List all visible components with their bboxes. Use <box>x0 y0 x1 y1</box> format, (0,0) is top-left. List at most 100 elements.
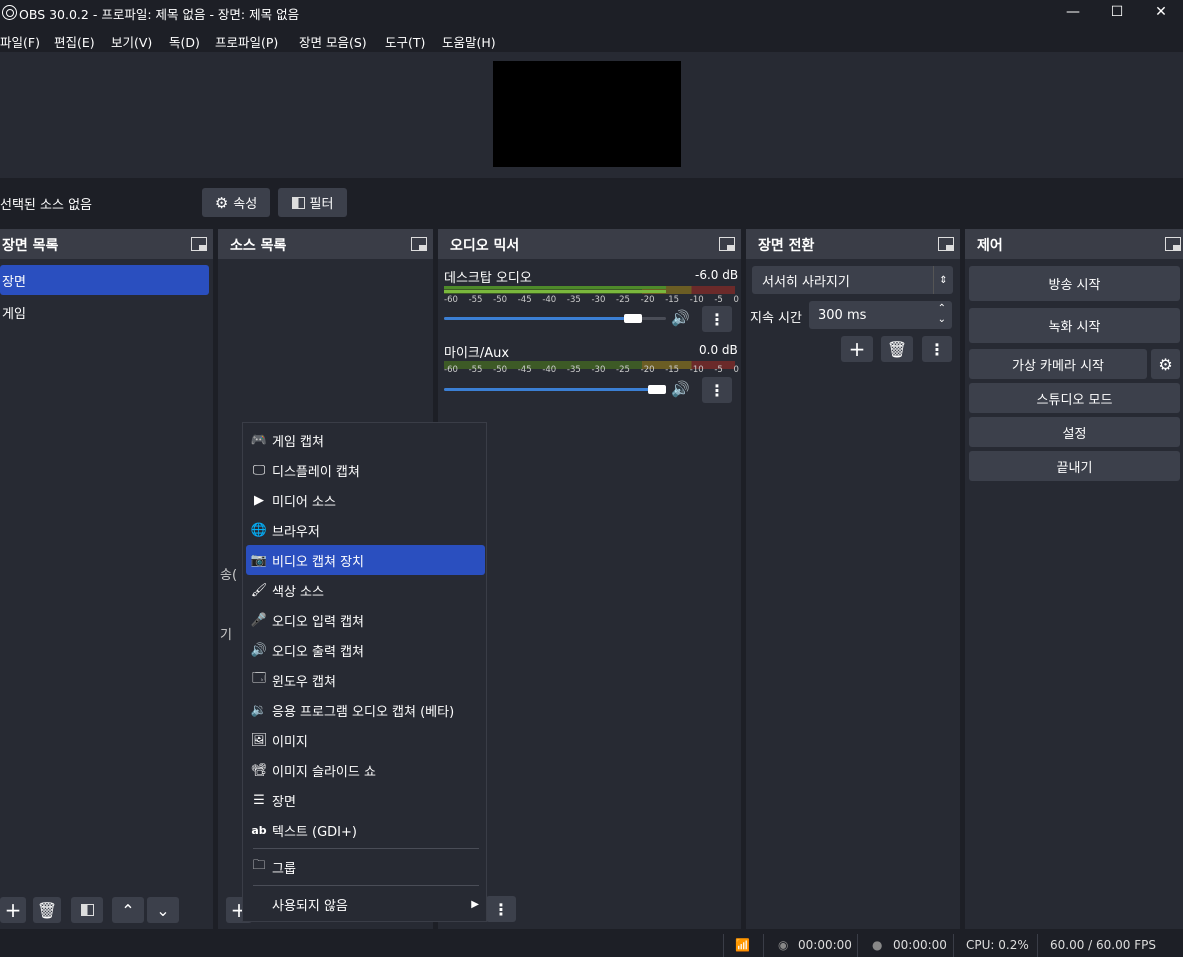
menu-item-audio-input-capture[interactable]: 🎤 오디오 입력 캡쳐 <box>246 605 485 635</box>
menu-item-group[interactable]: 🗀 그룹 <box>246 852 485 882</box>
more-vertical-icon: ⋮ <box>493 899 509 919</box>
window-title: OBS 30.0.2 - 프로파일: 제목 없음 - 장면: 제목 없음 <box>19 7 300 22</box>
filter-icon <box>80 904 94 916</box>
add-scene-button[interactable]: + <box>0 897 26 923</box>
transitions-dock: 장면 전환 <box>746 229 960 929</box>
menu-item-app-audio-capture[interactable]: 🔉 응용 프로그램 오디오 캡쳐 (베타) <box>246 695 485 725</box>
move-scene-down-button[interactable]: ⌄ <box>147 897 179 923</box>
speaker-icon: 🔊 <box>250 642 268 658</box>
menu-item-color-source[interactable]: 🖌 색상 소스 <box>246 575 485 605</box>
menu-file[interactable]: 파일(F) <box>0 32 40 51</box>
chevron-down-icon: ⌄ <box>156 900 170 920</box>
mic-audio-slider-knob[interactable] <box>648 385 666 394</box>
speaker-icon[interactable]: 🔊 <box>671 380 690 398</box>
status-separator <box>953 934 954 957</box>
menu-item-audio-output-capture[interactable]: 🔊 오디오 출력 캡쳐 <box>246 635 485 665</box>
properties-button[interactable]: ⚙ 속성 <box>202 188 270 217</box>
menu-item-browser[interactable]: 🌐 브라우저 <box>246 515 485 545</box>
start-recording-button[interactable]: 녹화 시작 <box>969 308 1180 343</box>
menu-item-deprecated[interactable]: 사용되지 않음 ▶ <box>246 889 485 919</box>
maximize-button[interactable]: ☐ <box>1094 0 1140 24</box>
status-separator <box>857 934 858 957</box>
desktop-audio-slider-fill <box>444 317 633 320</box>
controls-title: 제어 <box>965 229 1183 259</box>
studio-mode-button[interactable]: 스튜디오 모드 <box>969 383 1180 413</box>
mic-audio-slider-fill <box>444 388 657 391</box>
mic-audio-ticks: -60 -55 -50 -45 -40 -35 -30 -25 -20 -15 -10 -5 0 <box>444 365 739 375</box>
desktop-audio-meter <box>444 286 735 294</box>
menu-item-image[interactable]: 🖼 이미지 <box>246 725 485 755</box>
add-source-context-menu: 🎮 게임 캡쳐 🖵 디스플레이 캡쳐 ▶ 미디어 소스 🌐 브라우저 📷 비디오 캡쳐 장… <box>242 422 487 922</box>
gamepad-icon: 🎮 <box>250 432 268 448</box>
status-separator <box>723 934 724 957</box>
record-status-icon: ● <box>872 938 883 952</box>
desktop-audio-slider-knob[interactable] <box>624 314 642 323</box>
more-vertical-icon: ⋮ <box>709 309 725 329</box>
text-icon: ab <box>251 823 267 837</box>
menu-help[interactable]: 도움말(H) <box>442 32 496 51</box>
image-icon: 🖼 <box>250 732 268 748</box>
gear-icon: ⚙ <box>1158 354 1173 374</box>
menu-view[interactable]: 보기(V) <box>111 32 152 51</box>
settings-button[interactable]: 설정 <box>969 417 1180 447</box>
sources-hint-text-2: 기 <box>220 628 232 643</box>
slideshow-icon: 📽 <box>250 762 268 778</box>
menu-item-image-slideshow[interactable]: 📽 이미지 슬라이드 쇼 <box>246 755 485 785</box>
spin-arrows-icon: ⌃ ⌄ <box>937 303 946 325</box>
add-transition-button[interactable]: + <box>841 336 873 362</box>
status-separator <box>1037 934 1038 957</box>
menu-item-media-source[interactable]: ▶ 미디어 소스 <box>246 485 485 515</box>
menu-dock[interactable]: 독(D) <box>169 32 200 51</box>
remove-transition-button[interactable]: 🗑 <box>881 336 913 362</box>
scene-item-game[interactable]: 게임 <box>0 297 209 327</box>
transitions-title: 장면 전환 <box>746 229 960 259</box>
title-bar: OBS 30.0.2 - 프로파일: 제목 없음 - 장면: 제목 없음 — ☐… <box>0 0 1183 28</box>
move-scene-up-button[interactable]: ⌃ <box>112 897 144 923</box>
sources-dock-title: 소스 목록 <box>218 229 433 259</box>
camera-icon: 📷 <box>250 552 268 568</box>
plus-icon: + <box>4 898 22 922</box>
menu-item-scene[interactable]: ☰ 장면 <box>246 785 485 815</box>
menu-item-text-gdi[interactable]: ab 텍스트 (GDI+) <box>246 815 485 845</box>
scene-filters-button[interactable] <box>71 897 103 923</box>
menu-item-game-capture[interactable]: 🎮 게임 캡쳐 <box>246 425 485 455</box>
duration-spinbox[interactable]: 300 ms ⌃ ⌄ <box>809 301 952 329</box>
menu-edit[interactable]: 편집(E) <box>54 32 95 51</box>
undock-icon[interactable] <box>1165 237 1181 251</box>
menu-profile[interactable]: 프로파일(P) <box>215 32 278 51</box>
undock-icon[interactable] <box>191 237 207 251</box>
status-separator <box>763 934 764 957</box>
filters-button[interactable]: 필터 <box>278 188 347 217</box>
scene-item-scene[interactable]: 장면 <box>0 265 209 295</box>
start-streaming-button[interactable]: 방송 시작 <box>969 266 1180 301</box>
undock-icon[interactable] <box>938 237 954 251</box>
transition-menu-button[interactable]: ⋮ <box>922 336 952 362</box>
audio-menu-button[interactable]: ⋮ <box>486 896 516 922</box>
menu-item-window-capture[interactable]: 🗔 윈도우 캡쳐 <box>246 665 485 695</box>
obs-logo-icon <box>2 5 17 20</box>
desktop-audio-db: -6.0 dB <box>695 268 739 282</box>
menu-item-display-capture[interactable]: 🖵 디스플레이 캡쳐 <box>246 455 485 485</box>
exit-button[interactable]: 끝내기 <box>969 451 1180 481</box>
remove-scene-button[interactable]: 🗑 <box>33 897 61 923</box>
list-icon: ☰ <box>253 792 265 808</box>
minimize-button[interactable]: — <box>1050 0 1096 24</box>
desktop-audio-ticks: -60 -55 -50 -45 -40 -35 -30 -25 -20 -15 -10 -5 0 <box>444 295 739 305</box>
close-button[interactable]: ✕ <box>1138 0 1183 24</box>
menu-scene-collection[interactable]: 장면 모음(S) <box>299 32 367 51</box>
undock-icon[interactable] <box>719 237 735 251</box>
mic-audio-menu-button[interactable]: ⋮ <box>702 377 732 403</box>
preview-canvas[interactable] <box>493 61 681 167</box>
filter-icon <box>291 196 305 209</box>
undock-icon[interactable] <box>411 237 427 251</box>
speaker-icon[interactable]: 🔊 <box>671 309 690 327</box>
virtual-camera-settings-button[interactable]: ⚙ <box>1151 349 1180 379</box>
more-vertical-icon: ⋮ <box>709 380 725 400</box>
plus-icon: + <box>848 337 866 361</box>
menu-item-video-capture-device[interactable]: 📷 비디오 캡쳐 장치 <box>246 545 485 575</box>
transition-select[interactable]: 서서히 사라지기 ⇕ <box>752 266 953 294</box>
mic-audio-db: 0.0 dB <box>699 343 738 357</box>
menu-tools[interactable]: 도구(T) <box>385 32 425 51</box>
start-virtual-camera-button[interactable]: 가상 카메라 시작 <box>969 349 1147 379</box>
desktop-audio-menu-button[interactable]: ⋮ <box>702 306 732 332</box>
